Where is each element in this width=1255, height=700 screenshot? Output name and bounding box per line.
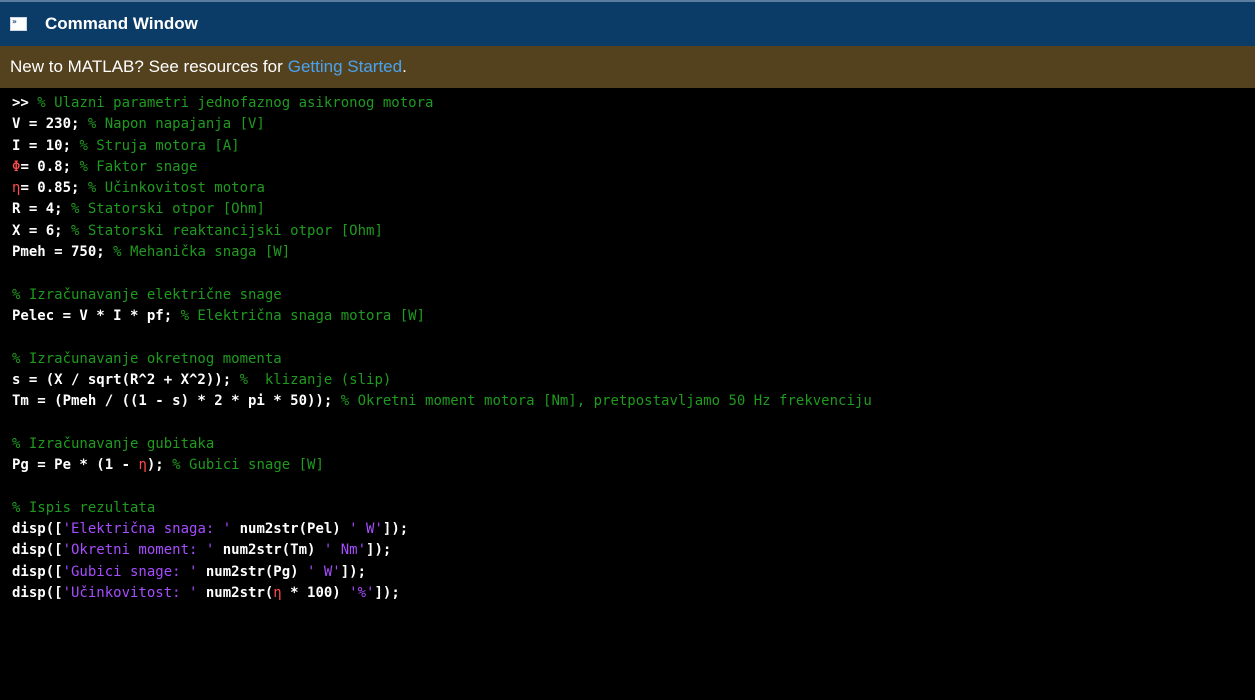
code-text: num2str( bbox=[197, 584, 274, 601]
code-text: ]); bbox=[382, 520, 409, 537]
code-symbol: η bbox=[138, 457, 147, 474]
code-text: ]); bbox=[366, 542, 392, 559]
code-string: 'Učinkovitost: ' bbox=[62, 584, 198, 601]
code-text: Pg = Pe * (1 - bbox=[12, 457, 139, 474]
code-comment: % Statorski reaktancijski otpor [Ohm] bbox=[71, 222, 383, 239]
code-text: Pelec = V * I * pf; bbox=[12, 307, 181, 324]
code-comment: % Izračunavanje električne snage bbox=[12, 286, 282, 303]
code-line: disp(['Gubici snage: ' num2str(Pg) ' W']… bbox=[12, 562, 1255, 583]
code-comment: % Učinkovitost motora bbox=[87, 180, 265, 197]
getting-started-link[interactable]: Getting Started bbox=[288, 57, 402, 77]
code-comment: % Struja motora [A] bbox=[79, 137, 240, 154]
getting-started-banner: New to MATLAB? See resources for Getting… bbox=[0, 46, 1255, 88]
code-text: num2str(Tm) bbox=[214, 542, 324, 559]
code-line: >> % Ulazni parametri jednofaznog asikro… bbox=[12, 93, 1255, 114]
code-comment: % Mehanička snaga [W] bbox=[113, 244, 291, 261]
code-comment: % klizanje (slip) bbox=[239, 371, 392, 388]
code-comment: % Statorski otpor [Ohm] bbox=[71, 201, 265, 218]
code-comment: % Izračunavanje okretnog momenta bbox=[12, 350, 282, 367]
code-comment: % Ulazni parametri jednofaznog asikronog… bbox=[37, 95, 434, 111]
banner-suffix: . bbox=[402, 57, 407, 76]
code-line: % Izračunavanje gubitaka bbox=[12, 434, 1255, 455]
code-text: disp([ bbox=[12, 542, 63, 559]
code-symbol: η bbox=[273, 584, 282, 601]
code-line: s = (X / sqrt(R^2 + X^2)); % klizanje (s… bbox=[12, 370, 1255, 391]
code-line: Φ= 0.8; % Faktor snage bbox=[12, 157, 1255, 178]
code-text: I = 10; bbox=[12, 137, 80, 154]
code-comment: % Faktor snage bbox=[79, 158, 198, 175]
command-window: » Command Window New to MATLAB? See reso… bbox=[0, 0, 1255, 700]
code-line: Pelec = V * I * pf; % Električna snaga m… bbox=[12, 306, 1255, 327]
window-title: Command Window bbox=[45, 14, 198, 33]
code-string: 'Okretni moment: ' bbox=[62, 542, 215, 559]
code-string: '%' bbox=[349, 584, 375, 601]
command-window-titlebar[interactable]: » Command Window bbox=[0, 0, 1255, 46]
code-text: ]); bbox=[340, 563, 367, 580]
code-text: >> bbox=[12, 95, 38, 111]
code-line: % Izračunavanje okretnog momenta bbox=[12, 349, 1255, 370]
code-comment: % Gubici snage [W] bbox=[172, 457, 324, 474]
banner-text: New to MATLAB? See resources for bbox=[10, 57, 283, 76]
code-string: 'Gubici snage: ' bbox=[62, 563, 198, 580]
code-text: disp([ bbox=[12, 563, 63, 580]
code-line: Pg = Pe * (1 - η); % Gubici snage [W] bbox=[12, 455, 1255, 476]
code-text: disp([ bbox=[12, 520, 63, 537]
code-comment: % Napon napajanja [V] bbox=[87, 116, 265, 133]
code-comment: % Ispis rezultata bbox=[12, 499, 156, 516]
command-input-area[interactable]: >> % Ulazni parametri jednofaznog asikro… bbox=[0, 88, 1255, 700]
code-text: s = (X / sqrt(R^2 + X^2)); bbox=[12, 371, 240, 388]
code-line: η= 0.85; % Učinkovitost motora bbox=[12, 178, 1255, 199]
code-text: = 0.8; bbox=[20, 158, 80, 175]
code-text: num2str(Pel) bbox=[231, 520, 350, 537]
code-string: 'Električna snaga: ' bbox=[62, 520, 232, 537]
code-text: Tm = (Pmeh / ((1 - s) * 2 * pi * 50)); bbox=[12, 393, 341, 410]
code-string: ' W' bbox=[307, 563, 341, 580]
code-line: Pmeh = 750; % Mehanička snaga [W] bbox=[12, 242, 1255, 263]
code-text: V = 230; bbox=[12, 116, 88, 133]
code-line: disp(['Električna snaga: ' num2str(Pel) … bbox=[12, 519, 1255, 540]
code-line: disp(['Učinkovitost: ' num2str(η * 100) … bbox=[12, 583, 1255, 604]
code-text: X = 6; bbox=[12, 222, 72, 239]
code-text: ); bbox=[146, 457, 173, 474]
code-text: * 100) bbox=[281, 584, 350, 601]
code-line: % Ispis rezultata bbox=[12, 498, 1255, 519]
code-line: I = 10; % Struja motora [A] bbox=[12, 136, 1255, 157]
code-comment: % Električna snaga motora [W] bbox=[180, 307, 426, 324]
code-text: = 0.85; bbox=[20, 180, 88, 197]
code-line: Tm = (Pmeh / ((1 - s) * 2 * pi * 50)); %… bbox=[12, 391, 1255, 412]
code-text: R = 4; bbox=[12, 201, 72, 218]
code-text: ]); bbox=[374, 584, 400, 601]
code-text: disp([ bbox=[12, 584, 63, 601]
code-line: % Izračunavanje električne snage bbox=[12, 285, 1255, 306]
code-line: R = 4; % Statorski otpor [Ohm] bbox=[12, 199, 1255, 220]
code-line: X = 6; % Statorski reaktancijski otpor [… bbox=[12, 221, 1255, 242]
code-string: ' W' bbox=[349, 520, 383, 537]
code-comment: % Okretni moment motora [Nm], pretpostav… bbox=[340, 393, 872, 410]
command-window-icon: » bbox=[10, 17, 27, 31]
code-text: Pmeh = 750; bbox=[12, 244, 114, 261]
code-text: num2str(Pg) bbox=[197, 563, 308, 580]
code-line: V = 230; % Napon napajanja [V] bbox=[12, 114, 1255, 135]
code-comment: % Izračunavanje gubitaka bbox=[12, 435, 215, 452]
code-string: ' Nm' bbox=[323, 542, 367, 559]
code-line: disp(['Okretni moment: ' num2str(Tm) ' N… bbox=[12, 540, 1255, 561]
